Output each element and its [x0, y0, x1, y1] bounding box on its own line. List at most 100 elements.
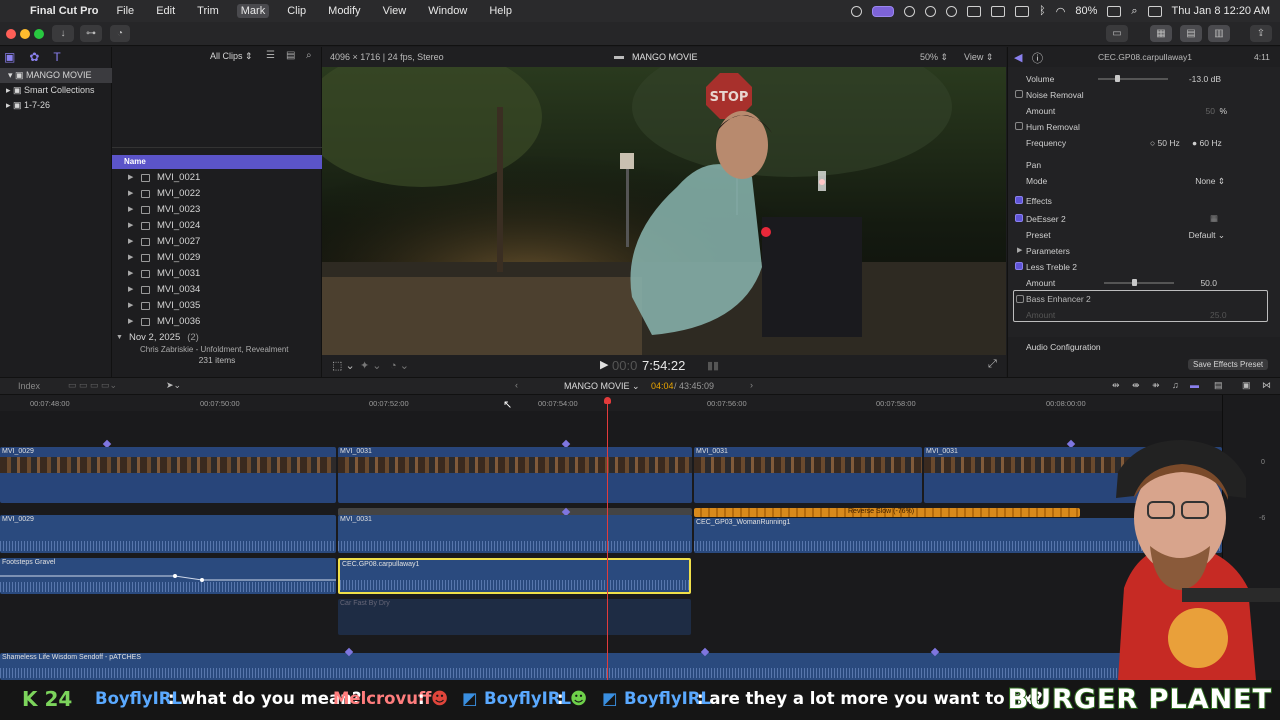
info-tab-icon[interactable]: ⓘ [1032, 50, 1043, 66]
index-button[interactable]: Index [18, 381, 40, 391]
fullscreen-icon[interactable]: ⤢ [988, 358, 997, 371]
audio-clip[interactable]: MVI_0029 [0, 515, 336, 553]
bass-enhancer-checkbox[interactable] [1016, 295, 1024, 303]
menu-window[interactable]: Window [424, 4, 471, 18]
audio-clip[interactable]: Footsteps Gravel [0, 558, 336, 594]
photos-icon[interactable]: ✿ [29, 50, 39, 64]
play-icon[interactable] [946, 5, 958, 17]
clock[interactable]: Thu Jan 8 12:20 AM [1172, 5, 1270, 17]
menu-mark[interactable]: Mark [236, 4, 270, 18]
keywords-icon[interactable]: ⊶ [80, 25, 102, 42]
snapping-icon[interactable]: ▬ [1190, 380, 1199, 390]
treble-slider[interactable] [1104, 282, 1174, 284]
clip-row[interactable]: ▶ MVI_0029 [112, 250, 322, 266]
app-menu[interactable]: Final Cut Pro [30, 5, 98, 17]
timecode[interactable]: 7:54:22 [642, 358, 685, 373]
list-icon[interactable] [925, 5, 937, 17]
clip-appearance-icon[interactable]: ⇹ [1112, 380, 1120, 391]
control-center-icon[interactable] [1147, 5, 1162, 17]
clip-row[interactable]: ▶ MVI_0021 [112, 170, 322, 186]
audio-clip-selected[interactable]: CEC.GP08.carpullaway1 [338, 558, 691, 594]
freq-50-option[interactable]: ○ 50 Hz [1150, 138, 1180, 148]
menu-help[interactable]: Help [485, 4, 516, 18]
noise-amount-value[interactable]: 50 [1206, 106, 1215, 116]
video-frame[interactable]: STOP [322, 67, 1006, 355]
screen-record-icon[interactable] [872, 5, 895, 17]
battery-icon[interactable] [1107, 5, 1122, 17]
volume-knob[interactable] [1115, 75, 1120, 82]
settings-icon[interactable]: ▤ [1214, 380, 1223, 391]
play-button[interactable]: ▶ [600, 358, 608, 371]
headphones-icon[interactable]: ♫ [1172, 380, 1179, 390]
video-clip[interactable]: MVI_0029 [0, 447, 336, 503]
clip-row[interactable]: ▶ MVI_0023 [112, 202, 322, 218]
display-icon[interactable] [991, 5, 1006, 17]
wifi-icon[interactable]: ◠ [1056, 5, 1066, 18]
clip-row[interactable]: ▶ MVI_0027 [112, 234, 322, 250]
menu-trim[interactable]: Trim [193, 4, 223, 18]
library-item[interactable]: ▾ ▣ MANGO MOVIE [0, 68, 112, 83]
partial-row[interactable]: Chris Zabriskie - Unfoldment, Revealment [112, 346, 322, 354]
timeline-ruler[interactable]: 00:07:48:00 00:07:50:00 00:07:52:00 00:0… [0, 395, 1222, 411]
layout-icon[interactable]: ▭ [1106, 25, 1128, 42]
forward-icon[interactable]: › [750, 380, 753, 390]
browser-toggle-icon[interactable]: ▦ [1150, 25, 1172, 42]
effect-settings-icon[interactable]: ▦ [1210, 213, 1218, 224]
media-icon[interactable]: ▣ [4, 50, 15, 64]
audio-tab-icon[interactable]: ◀ [1014, 51, 1022, 64]
clip-row[interactable]: ▶ MVI_0031 [112, 266, 322, 282]
enhance-icon[interactable]: ✦ ⌄ [360, 359, 382, 372]
view-menu[interactable]: View ⇕ [964, 52, 993, 63]
hum-removal-checkbox[interactable] [1015, 122, 1023, 130]
volume-value[interactable]: -13.0 dB [1189, 74, 1221, 84]
menu-modify[interactable]: Modify [324, 4, 364, 18]
menu-file[interactable]: File [112, 4, 138, 18]
bass-amount-value[interactable]: 25.0 [1210, 310, 1227, 320]
dashboard-icon[interactable] [904, 5, 916, 17]
inspector-toggle-icon[interactable]: ▥ [1208, 25, 1230, 42]
speed-icon[interactable]: ◔ ⌄ [390, 359, 409, 372]
effects-browser-icon[interactable]: ▣ [1242, 380, 1251, 391]
close-button[interactable] [6, 29, 16, 39]
parameters-row[interactable]: ▶ Parameters [1008, 243, 1280, 259]
select-tool-icon[interactable]: ➤⌄ [166, 380, 181, 391]
deesser-checkbox[interactable] [1015, 214, 1023, 222]
zoom-button[interactable] [34, 29, 44, 39]
timeline-toggle-icon[interactable]: ▤ [1180, 25, 1202, 42]
zoom-menu[interactable]: 50% ⇕ [920, 52, 948, 63]
share-icon[interactable]: ⇪ [1250, 25, 1272, 42]
titles-icon[interactable]: T [53, 50, 60, 64]
treble-amount-value[interactable]: 50.0 [1200, 278, 1217, 288]
playhead[interactable] [607, 398, 608, 680]
bluetooth-icon[interactable]: ᛒ [1039, 5, 1046, 17]
cloud-icon[interactable] [851, 5, 863, 17]
transitions-icon[interactable]: ⋈ [1262, 380, 1271, 391]
background-tasks-icon[interactable]: ◔ [110, 25, 130, 42]
import-icon[interactable]: ↓ [52, 25, 74, 42]
list-view-icon[interactable]: ☰ [266, 50, 275, 61]
save-effects-preset-button[interactable]: Save Effects Preset [1188, 359, 1269, 370]
clip-row[interactable]: ▶ MVI_0024 [112, 218, 322, 234]
retime-bar-reverse[interactable]: Reverse Slow (-76%) [694, 508, 1080, 517]
volume-slider[interactable] [1098, 78, 1168, 80]
effects-checkbox[interactable] [1015, 196, 1023, 204]
treble-knob[interactable] [1132, 279, 1137, 286]
freq-60-option[interactable]: ● 60 Hz [1192, 138, 1222, 148]
clip-row[interactable]: ▶ MVI_0034 [112, 282, 322, 298]
music-clip[interactable]: Shameless Life Wisdom Sendoff - pATCHES [0, 653, 1222, 680]
disclosure-icon[interactable]: ▶ [1017, 246, 1022, 254]
less-treble-checkbox[interactable] [1015, 262, 1023, 270]
menu-view[interactable]: View [379, 4, 411, 18]
date-group[interactable]: ▼ Nov 2, 2025 (2) [112, 330, 322, 346]
volume-icon[interactable] [967, 5, 982, 17]
edit-tools-icon[interactable]: ▭ ▭ ▭ ▭⌄ [68, 380, 117, 391]
clip-row[interactable]: ▶ MVI_0036 [112, 314, 322, 330]
menu-clip[interactable]: Clip [283, 4, 310, 18]
clip-row[interactable]: ▶ MVI_0022 [112, 186, 322, 202]
monitor-icon[interactable] [1015, 5, 1030, 17]
filmstrip-view-icon[interactable]: ▤ [286, 50, 295, 61]
zoom-in-icon[interactable]: ⇼ [1132, 380, 1140, 391]
minimize-button[interactable] [20, 29, 30, 39]
name-column-header[interactable]: Name [112, 155, 322, 169]
back-icon[interactable]: ‹ [515, 380, 518, 390]
